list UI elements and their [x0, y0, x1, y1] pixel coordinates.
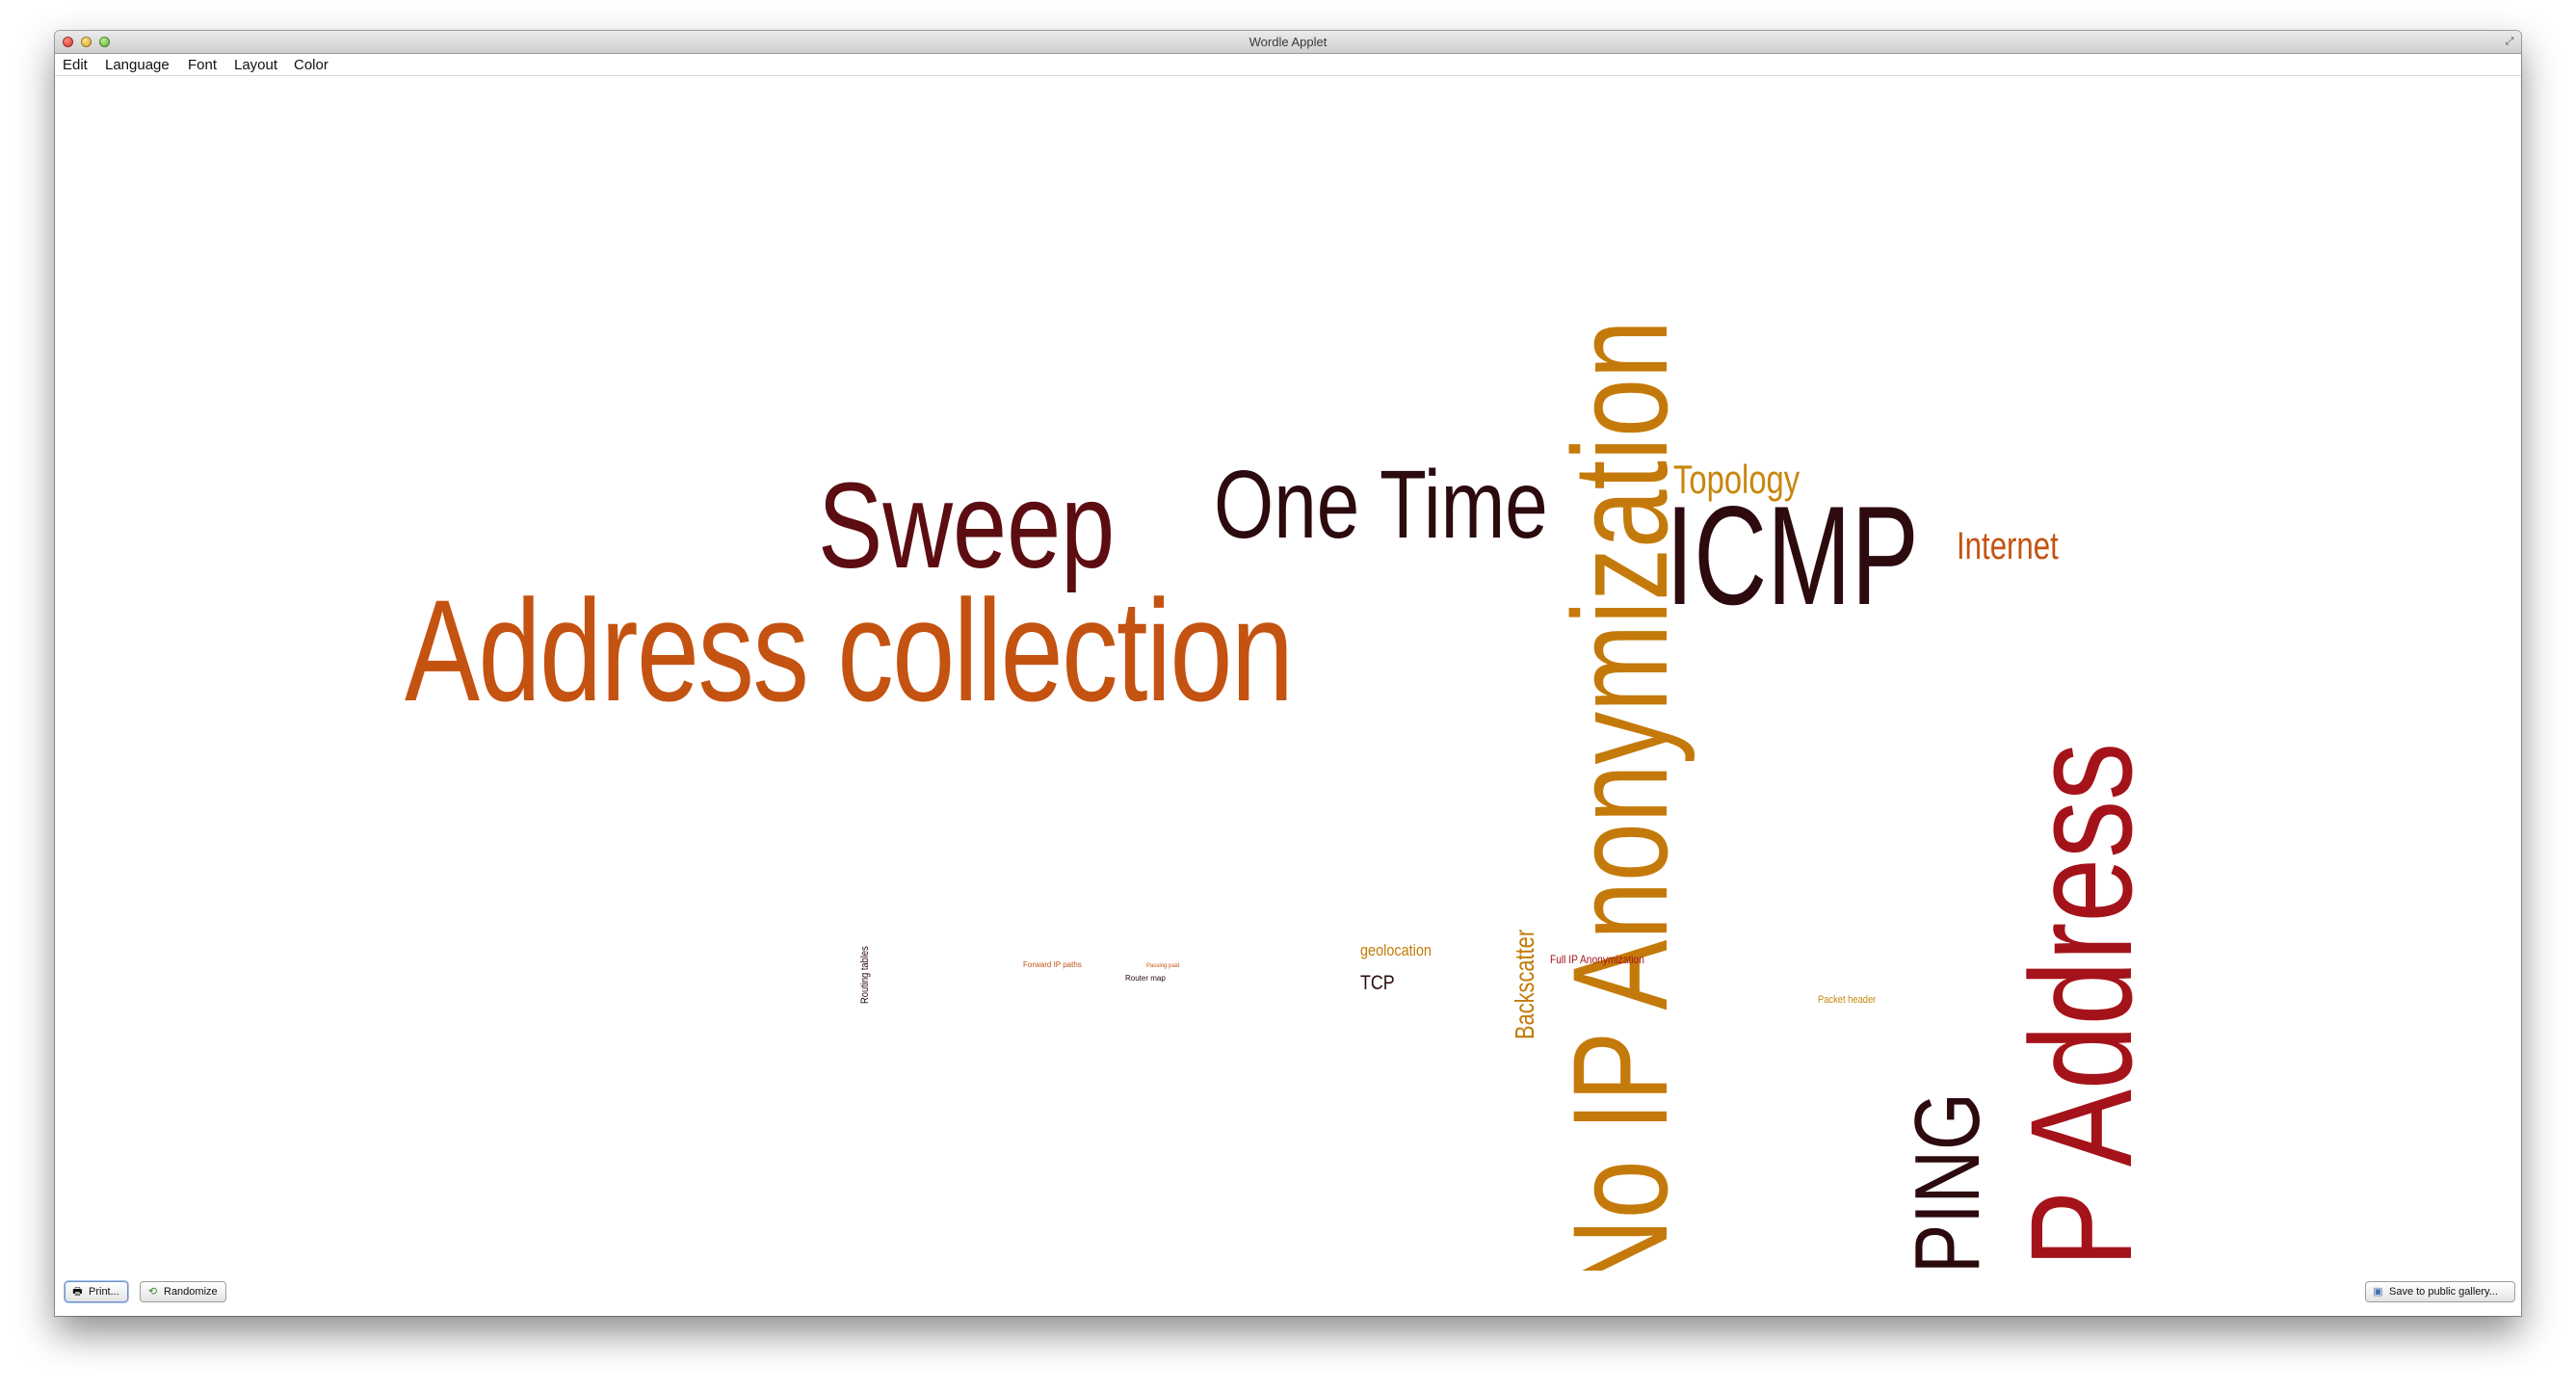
word-backscatter: Backscatter	[1510, 929, 1539, 1039]
word-topology: Topology	[1673, 457, 1801, 502]
menu-language[interactable]: Language	[105, 57, 170, 73]
print-label: Print...	[89, 1286, 119, 1298]
word-forward-ip-paths: Forward IP paths	[1023, 960, 1082, 969]
word-passing-paid: Passing paid	[1146, 963, 1180, 969]
word-full-ip-anonymization: Full IP Anonymization	[1550, 953, 1644, 966]
word-cloud-canvas[interactable]: Address collection Sweep One Time No IP …	[55, 76, 2521, 1271]
word-one-time: One Time	[1214, 451, 1548, 559]
word-address-collection: Address collection	[405, 569, 1294, 731]
menu-font[interactable]: Font	[188, 57, 217, 73]
word-ip-address: IP Address	[2000, 742, 2162, 1271]
resize-icon[interactable]: ⤢	[2504, 36, 2515, 47]
window-title: Wordle Applet	[1249, 35, 1327, 49]
word-routing-tables: Routing tables	[859, 946, 871, 1004]
menu-color[interactable]: Color	[294, 57, 329, 73]
word-ping: PING	[1896, 1092, 1999, 1271]
menu-layout[interactable]: Layout	[234, 57, 277, 73]
menu-bar: Edit Language Font Layout Color	[55, 54, 2521, 76]
word-packet-header: Packet header	[1818, 994, 1877, 1006]
title-bar: Wordle Applet ⤢	[55, 31, 2521, 54]
save-label: Save to public gallery...	[2389, 1286, 2498, 1298]
save-icon: ▣	[2373, 1286, 2383, 1298]
wordle-applet-window: Wordle Applet ⤢ Edit Language Font Layou…	[55, 31, 2521, 1316]
randomize-button[interactable]: ⟲ Randomize	[140, 1281, 226, 1302]
word-icmp: ICMP	[1666, 477, 1919, 634]
save-to-public-gallery-button[interactable]: ▣ Save to public gallery...	[2365, 1281, 2515, 1302]
word-no-ip-anonymization: No IP Anonymization	[1544, 320, 1695, 1271]
word-router-map: Router map	[1125, 974, 1166, 983]
randomize-label: Randomize	[164, 1286, 218, 1298]
print-button[interactable]: 🖶 Print...	[65, 1281, 128, 1302]
printer-icon: 🖶	[72, 1286, 83, 1298]
menu-edit[interactable]: Edit	[63, 57, 88, 73]
word-tcp: TCP	[1360, 972, 1395, 994]
word-sweep: Sweep	[818, 458, 1116, 593]
bottom-toolbar: 🖶 Print... ⟲ Randomize ▣ Save to public …	[55, 1272, 2521, 1316]
word-internet: Internet	[1957, 525, 2059, 567]
shuffle-icon: ⟲	[147, 1286, 158, 1298]
word-geolocation: geolocation	[1360, 941, 1432, 959]
